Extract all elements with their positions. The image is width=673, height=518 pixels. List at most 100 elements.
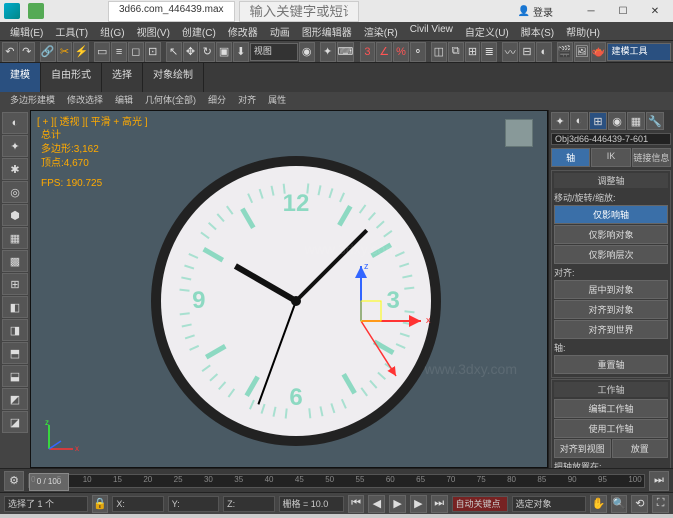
tab-axis[interactable]: 轴 <box>551 148 590 167</box>
use-center-button[interactable]: ◉ <box>299 42 315 62</box>
select-name-button[interactable]: ≡ <box>111 42 127 62</box>
ribbon-sub-geom[interactable]: 几何体(全部) <box>139 92 202 110</box>
utilities-tab-icon[interactable]: 🔧 <box>646 112 664 130</box>
ribbon-sub-modsel[interactable]: 修改选择 <box>61 92 109 110</box>
lt-09[interactable]: ◧ <box>2 296 28 318</box>
btn-align-view[interactable]: 对齐到视图 <box>554 439 611 458</box>
select-rect-button[interactable]: ◻ <box>128 42 144 62</box>
unlink-button[interactable]: ✂ <box>57 42 73 62</box>
lt-14[interactable]: ◪ <box>2 411 28 433</box>
x-field[interactable]: X: <box>112 496 163 512</box>
menu-modifiers[interactable]: 修改器 <box>222 22 264 40</box>
btn-use-work[interactable]: 使用工作轴 <box>554 419 668 438</box>
btn-affect-obj[interactable]: 仅影响对象 <box>554 225 668 244</box>
play-prev-button[interactable]: ◀ <box>368 495 385 513</box>
menu-group[interactable]: 组(G) <box>94 22 130 40</box>
clock-model[interactable]: 12 3 6 9 <box>151 156 441 446</box>
menu-customize[interactable]: 自定义(U) <box>459 22 515 40</box>
redo-button[interactable]: ↷ <box>19 42 35 62</box>
layers-button[interactable]: ≣ <box>481 42 497 62</box>
select-object-button[interactable]: ↖ <box>166 42 182 62</box>
nav-orbit-button[interactable]: ⟲ <box>631 495 648 513</box>
rotate-button[interactable]: ↻ <box>199 42 215 62</box>
lt-04[interactable]: ◎ <box>2 181 28 203</box>
tab-ik[interactable]: IK <box>591 148 630 167</box>
lock-button[interactable]: 🔒 <box>92 495 109 513</box>
menu-create[interactable]: 创建(C) <box>176 22 222 40</box>
angle-snap-button[interactable]: ∠ <box>376 42 392 62</box>
render-button[interactable]: 🫖 <box>591 42 607 62</box>
modify-tab-icon[interactable]: ◐ <box>570 112 588 130</box>
menu-graph[interactable]: 图形编辑器 <box>296 22 358 40</box>
lt-12[interactable]: ⬓ <box>2 365 28 387</box>
menu-script[interactable]: 脚本(S) <box>515 22 560 40</box>
lt-02[interactable]: ✦ <box>2 135 28 157</box>
lt-10[interactable]: ◨ <box>2 319 28 341</box>
scale-button[interactable]: ▣ <box>216 42 232 62</box>
viewport[interactable]: [ + ][ 透视 ][ 平滑 + 高光 ] 总计 多边形:3,162 顶点:4… <box>30 110 548 468</box>
play-end-button[interactable]: ⏭ <box>431 495 448 513</box>
motion-tab-icon[interactable]: ◉ <box>608 112 626 130</box>
btn-affect-hier[interactable]: 仅影响层次 <box>554 245 668 264</box>
menu-civil[interactable]: Civil View <box>404 22 459 40</box>
lt-11[interactable]: ⬒ <box>2 342 28 364</box>
snap-button[interactable]: 3 <box>360 42 376 62</box>
spinner-snap-button[interactable]: ⚬ <box>410 42 426 62</box>
play-button[interactable]: ▶ <box>389 495 406 513</box>
lt-06[interactable]: ▦ <box>2 227 28 249</box>
manipulate-button[interactable]: ✦ <box>320 42 336 62</box>
btn-place[interactable]: 放置 <box>612 439 669 458</box>
keyboard-button[interactable]: ⌨ <box>337 42 355 62</box>
z-field[interactable]: Z: <box>223 496 274 512</box>
create-tab-icon[interactable]: ✦ <box>551 112 569 130</box>
lt-05[interactable]: ⬢ <box>2 204 28 226</box>
btn-center[interactable]: 居中到对象 <box>554 280 668 299</box>
move-button[interactable]: ✥ <box>183 42 199 62</box>
btn-align-obj[interactable]: 对齐到对象 <box>554 300 668 319</box>
nav-pan-button[interactable]: ✋ <box>590 495 607 513</box>
hierarchy-tab-icon[interactable]: ⊞ <box>589 112 607 130</box>
timeline-config-button[interactable]: ⚙ <box>4 471 24 491</box>
viewport-label[interactable]: [ + ][ 透视 ][ 平滑 + 高光 ] <box>37 113 148 128</box>
lt-03[interactable]: ✱ <box>2 158 28 180</box>
lt-08[interactable]: ⊞ <box>2 273 28 295</box>
ribbon-sub-sub[interactable]: 细分 <box>202 92 232 110</box>
place-button[interactable]: ⬇ <box>233 42 249 62</box>
material-button[interactable]: ◐ <box>536 42 552 62</box>
minimize-button[interactable]: ─ <box>577 2 605 20</box>
lt-07[interactable]: ▩ <box>2 250 28 272</box>
maximize-button[interactable]: ☐ <box>609 2 637 20</box>
btn-align-world[interactable]: 对齐到世界 <box>554 320 668 339</box>
lt-13[interactable]: ◩ <box>2 388 28 410</box>
link-button[interactable]: 🔗 <box>40 42 56 62</box>
percent-snap-button[interactable]: % <box>393 42 409 62</box>
mirror-button[interactable]: ⧉ <box>448 42 464 62</box>
curve-editor-button[interactable]: 〰 <box>502 42 518 62</box>
menu-views[interactable]: 视图(V) <box>131 22 176 40</box>
object-name-field[interactable] <box>551 133 671 145</box>
ribbon-sub-poly[interactable]: 多边形建模 <box>4 92 61 110</box>
file-tab[interactable]: 3d66.com_446439.max <box>108 1 235 22</box>
close-button[interactable]: ✕ <box>641 2 669 20</box>
select-button[interactable]: ▭ <box>94 42 110 62</box>
play-start-button[interactable]: ⏮ <box>348 495 365 513</box>
time-slider[interactable]: 0 / 100 05101520253035404550556065707580… <box>28 474 645 488</box>
login-button[interactable]: 👤 登录 <box>518 4 553 19</box>
bind-button[interactable]: ⚡ <box>73 42 89 62</box>
render-setup-button[interactable]: 🎬 <box>557 42 573 62</box>
render-preset-combo[interactable]: 建模工具 <box>607 43 670 61</box>
ref-coord-combo[interactable]: 视图 <box>250 43 298 61</box>
menu-edit[interactable]: 编辑(E) <box>4 22 49 40</box>
menu-animation[interactable]: 动画 <box>264 22 296 40</box>
viewcube[interactable] <box>505 119 533 147</box>
menu-rendering[interactable]: 渲染(R) <box>358 22 404 40</box>
btn-reset[interactable]: 重置轴 <box>554 355 668 374</box>
menu-tools[interactable]: 工具(T) <box>49 22 94 40</box>
btn-edit-work[interactable]: 编辑工作轴 <box>554 399 668 418</box>
display-tab-icon[interactable]: ▦ <box>627 112 645 130</box>
ribbon-sub-align[interactable]: 对齐 <box>232 92 262 110</box>
timeline-end-button[interactable]: ⏭ <box>649 471 669 491</box>
ribbon-sub-prop[interactable]: 属性 <box>262 92 292 110</box>
nav-max-button[interactable]: ⛶ <box>652 495 669 513</box>
search-input[interactable] <box>239 1 359 22</box>
